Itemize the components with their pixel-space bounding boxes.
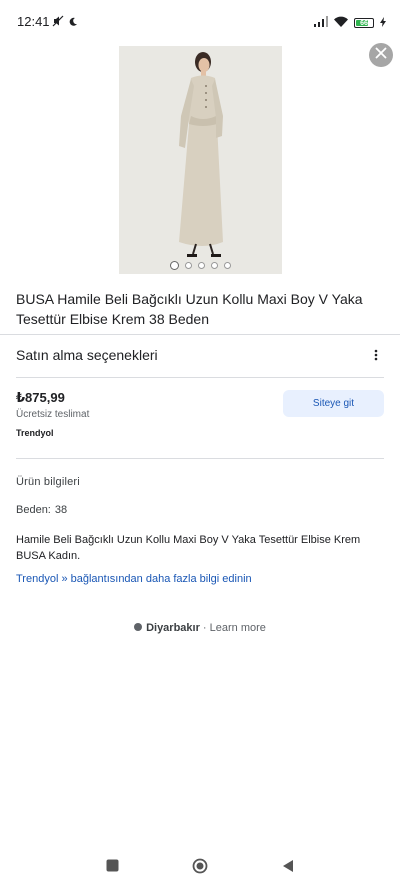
divider: [16, 458, 384, 459]
wifi-icon: [334, 14, 348, 32]
dress-photo: [119, 46, 282, 274]
signal-icon: [314, 14, 328, 32]
visit-site-button[interactable]: Siteye git: [283, 390, 384, 417]
size-label: Beden:: [16, 504, 51, 516]
divider: [16, 377, 384, 378]
home-button[interactable]: [192, 858, 208, 879]
muted-icon: [52, 14, 64, 32]
recents-button[interactable]: [104, 859, 120, 877]
battery-level: 66: [360, 19, 368, 27]
more-options-button[interactable]: [366, 347, 386, 367]
back-button[interactable]: [280, 859, 296, 878]
product-image[interactable]: [119, 46, 282, 274]
system-nav-bar: [0, 848, 400, 888]
charging-icon: [380, 14, 386, 32]
location-dot-icon: [134, 623, 143, 631]
product-info-title: Ürün bilgileri: [16, 476, 80, 488]
status-right-icons: 66: [314, 14, 386, 32]
moon-icon: [68, 14, 78, 32]
carousel-dot-4[interactable]: [211, 262, 218, 269]
seller-name: Trendyol: [16, 428, 54, 438]
size-value: 38: [54, 504, 68, 516]
battery-icon: 66: [354, 18, 374, 28]
close-icon: [375, 46, 387, 64]
more-info-link[interactable]: Trendyol » bağlantısından daha fazla bil…: [16, 573, 252, 585]
purchase-options-title: Satın alma seçenekleri: [16, 347, 158, 363]
status-bar: 12:41 66: [0, 0, 400, 40]
carousel-dot-3[interactable]: [198, 262, 205, 269]
carousel-dots: [119, 261, 282, 270]
footer-separator: ·: [199, 622, 210, 634]
price: ₺875,99: [16, 390, 65, 405]
more-vert-icon: [374, 348, 378, 366]
home-icon: [192, 858, 208, 879]
status-time: 12:41: [17, 14, 50, 29]
carousel-dot-5[interactable]: [224, 262, 231, 269]
back-icon: [282, 859, 294, 878]
product-description: Hamile Beli Bağcıklı Uzun Kollu Maxi Boy…: [16, 534, 361, 562]
product-title: BUSA Hamile Beli Bağcıklı Uzun Kollu Max…: [16, 291, 363, 327]
learn-more-link[interactable]: Learn more: [210, 622, 266, 634]
location-footer: Diyarbakır · Learn more: [0, 622, 400, 634]
close-button[interactable]: [369, 43, 393, 67]
divider: [0, 334, 400, 335]
size-row: Beden: 38: [16, 504, 67, 516]
location-name: Diyarbakır: [146, 622, 200, 634]
shipping-info: Ücretsiz teslimat: [16, 409, 90, 420]
carousel-dot-2[interactable]: [185, 262, 192, 269]
recents-icon: [106, 859, 119, 877]
status-left-icons: [52, 14, 78, 32]
carousel-dot-1[interactable]: [170, 261, 179, 270]
